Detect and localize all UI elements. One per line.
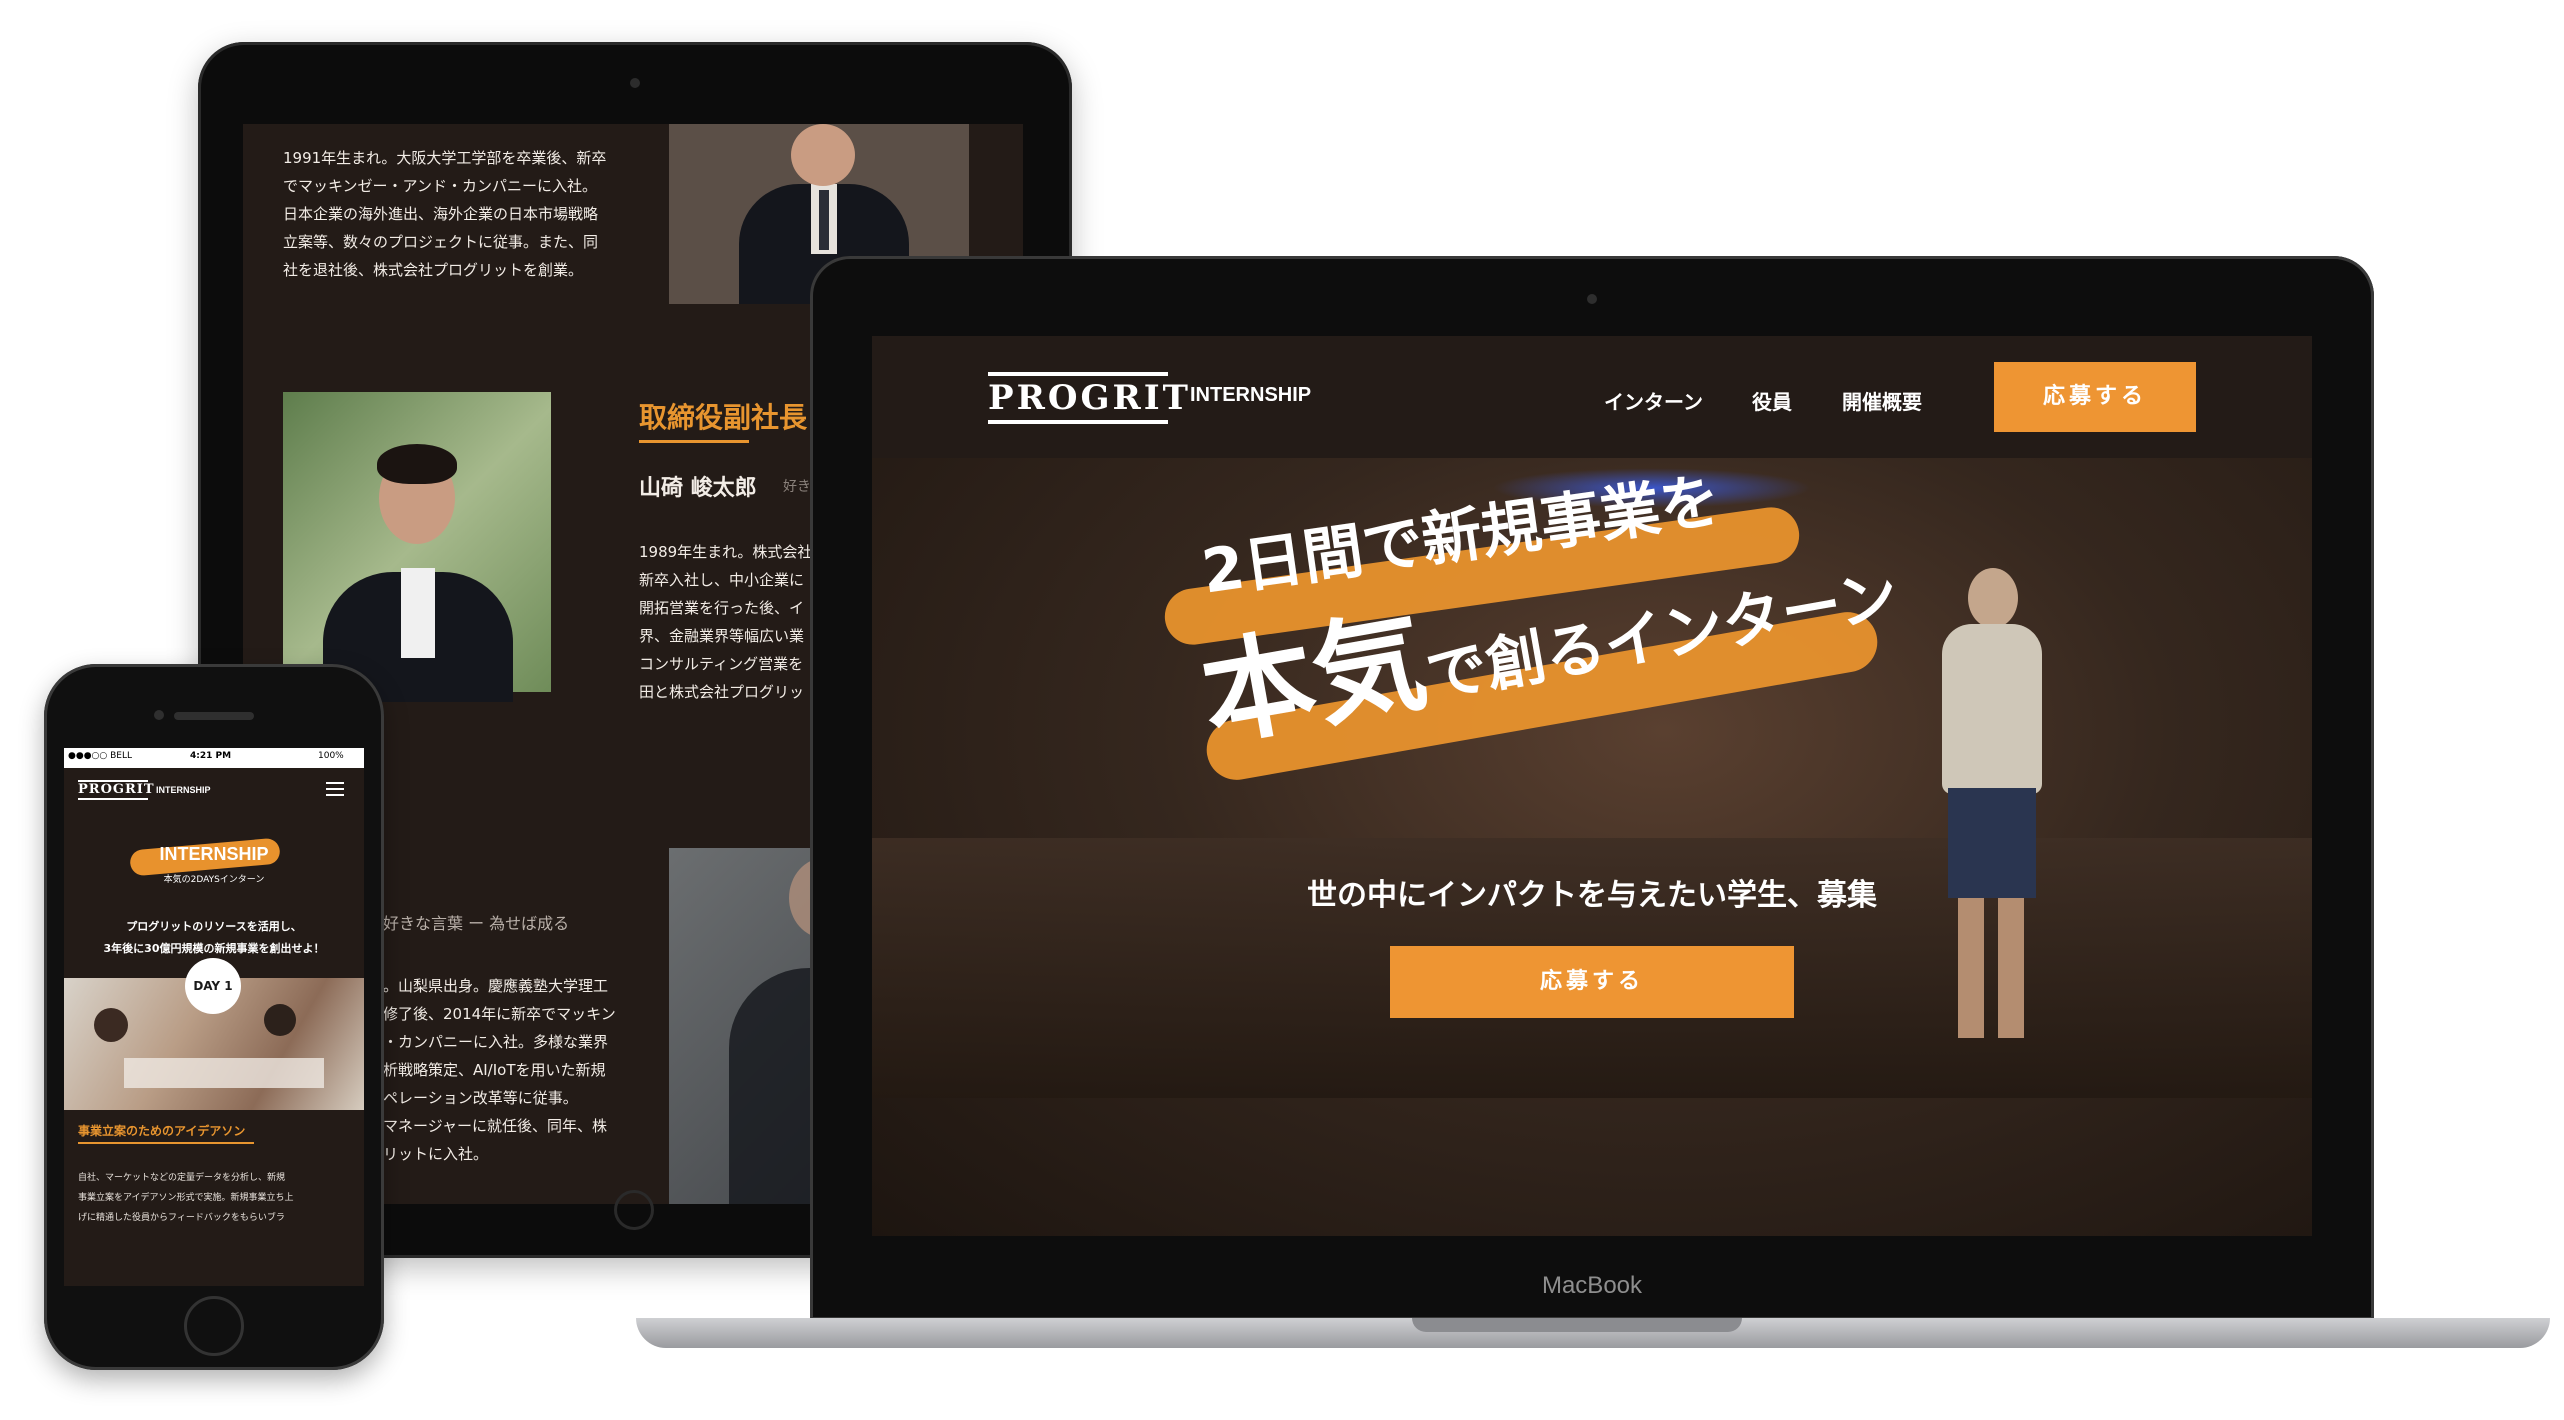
macbook-label: MacBook [1541,1272,1643,1299]
executive-role: 取締役副社長 [639,401,808,434]
hero-apply-button[interactable]: 応募する [1390,946,1794,1018]
laptop-camera [1587,294,1597,304]
phone-logo-subtitle: INTERNSHIP [156,785,211,795]
logo-subtitle: INTERNSHIP [1190,384,1312,406]
tablet-camera [630,78,640,88]
phone-section-title: 事業立案のためのアイデアソン [78,1124,246,1138]
hero-subtitle: 世の中にインパクトを与えたい学生、募集 [1307,878,1877,913]
laptop-screen: PROGRIT INTERNSHIP インターン 役員 開催概要 応募する 2日… [872,336,2312,1236]
phone-speaker [174,712,254,720]
header-apply-button[interactable]: 応募する [1994,362,2196,432]
role-underline [639,440,749,443]
phone-lead-1: プログリットのリソースを活用し、 [126,920,302,933]
phone-section-body: 自社、マーケットなどの定量データを分析し、新規 事業立案をアイデアソン形式で実施… [78,1173,294,1223]
phone-section-underline [78,1142,254,1144]
hamburger-menu-icon[interactable] [326,782,344,796]
executive-bio-3: 。山梨県出身。慶應義塾大学理工 修了後、2014年に新卒でマッキン ・カンパニー… [383,977,616,1163]
phone-lead-2: 3年後に30億円規模の新規事業を創出せよ！ [103,942,325,955]
phone-camera [154,710,164,720]
laptop-device: PROGRIT INTERNSHIP インターン 役員 開催概要 応募する 2日… [810,256,2374,1320]
phone-home-button[interactable] [184,1296,244,1356]
hero-headline-rest: で創るインターン [1421,560,1904,713]
phone-status-bar: ●●●○○ BELL 4:21 PM 100% [64,748,364,768]
executive-name: 山碕 峻太郎 [639,476,757,501]
site-logo[interactable]: PROGRIT [988,372,1191,424]
phone-device: ●●●○○ BELL 4:21 PM 100% PROGRIT INTERNSH… [44,664,384,1370]
tablet-home-button[interactable] [614,1190,654,1230]
phone-hero-title: INTERNSHIP [159,844,269,864]
hero-section: 2日間で新規事業を 本気で創るインターン 世の中にインパクトを与えたい学生、募集… [872,458,2312,1236]
phone-hero-subtitle: 本気の2DAYSインターン [163,875,265,885]
executive-bio-2: 1989年生まれ。株式会社 新卒入社し、中小企業に 開拓営業を行った後、イ 界、… [639,543,813,701]
executive-motto: 好きな言葉 ー 為せば成る [383,914,570,933]
battery-text: 100% [318,751,344,761]
speaker-figure [1932,568,2052,1048]
nav-internship[interactable]: インターン [1604,386,1703,415]
executive-photo-2 [283,392,551,702]
status-time: 4:21 PM [190,751,232,761]
laptop-notch [1412,1318,1742,1332]
phone-screen: ●●●○○ BELL 4:21 PM 100% PROGRIT INTERNSH… [64,748,364,1286]
nav-executives[interactable]: 役員 [1752,386,1792,415]
day1-badge: DAY 1 [185,958,241,1014]
executive-bio-1: 1991年生まれ。大阪大学工学部を卒業後、新卒 でマッキンゼー・アンド・カンパニ… [283,149,607,279]
logo-text: PROGRIT [988,378,1191,418]
nav-overview[interactable]: 開催概要 [1842,386,1922,415]
phone-logo[interactable]: PROGRIT [78,780,155,800]
executive-name-suffix: 好き [783,479,811,495]
carrier-text: ●●●○○ BELL [68,751,133,761]
